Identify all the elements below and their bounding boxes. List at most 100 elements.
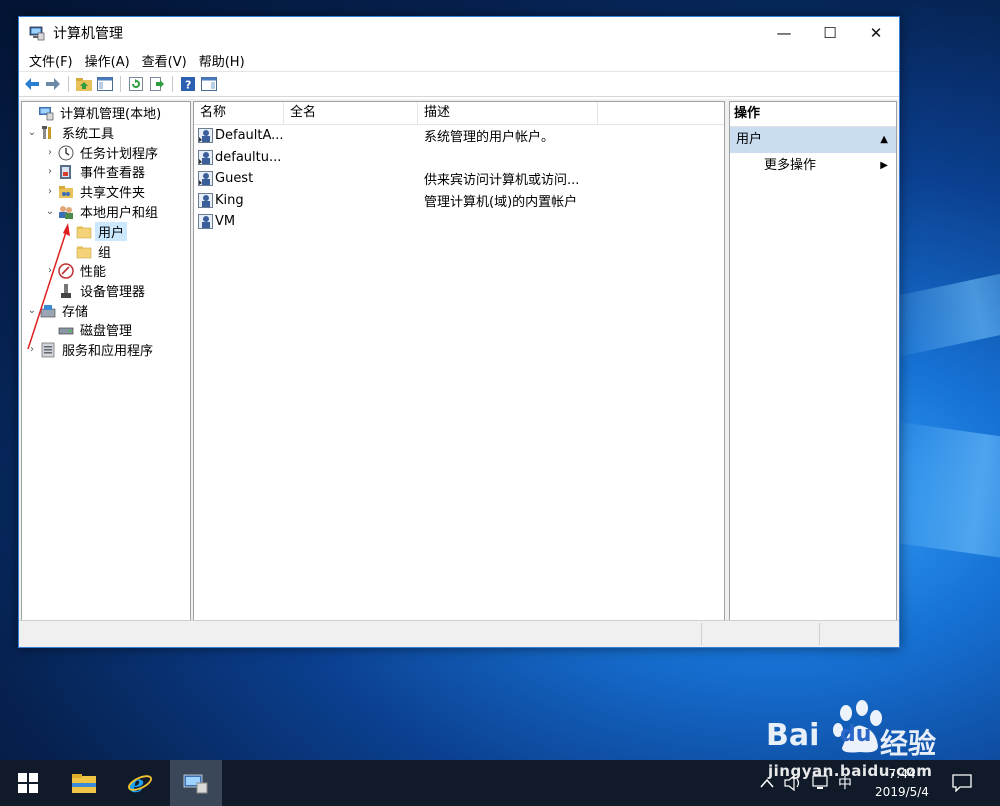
folder-icon	[76, 246, 92, 258]
tree-item-disk-management[interactable]: 磁盘管理	[44, 320, 135, 339]
content-area: 计算机管理(本地) ⌄ 系统工具 › 任务计划程序 › 事件查看器 › 共享文件…	[19, 99, 899, 621]
tree-item-event-viewer[interactable]: › 事件查看器	[44, 162, 148, 181]
tree-expander[interactable]: ⌄	[26, 127, 38, 138]
user-description: 管理计算机(域)的内置帐户	[424, 194, 578, 210]
tree-item-shared-folders[interactable]: › 共享文件夹	[44, 182, 148, 201]
user-name: VM	[215, 214, 236, 230]
status-segment	[701, 623, 820, 645]
tree-item-label: 组	[98, 246, 112, 261]
event-viewer-icon	[60, 164, 71, 179]
status-bar	[19, 620, 899, 647]
toolbar-separator	[172, 76, 173, 92]
taskbar-internet-explorer[interactable]: e	[116, 760, 164, 806]
help-button[interactable]: ?	[179, 75, 197, 93]
tree-item-services-and-applications[interactable]: › 服务和应用程序	[26, 340, 156, 359]
show-hide-console-tree-button[interactable]	[96, 75, 114, 93]
user-name: Guest	[215, 171, 254, 187]
title-bar[interactable]: 计算机管理 — ☐ ✕	[19, 17, 899, 49]
submenu-arrow-icon: ▶	[880, 160, 888, 171]
menu-file[interactable]: 文件(F)	[23, 51, 79, 70]
tree-expander[interactable]: ›	[44, 166, 56, 177]
list-header: 名称 全名 描述	[194, 102, 724, 125]
export-list-button[interactable]	[148, 75, 166, 93]
tree-item-device-manager[interactable]: 设备管理器	[44, 281, 148, 300]
menu-bar: 文件(F) 操作(A) 查看(V) 帮助(H)	[19, 49, 899, 71]
column-header-description[interactable]: 描述	[418, 102, 598, 124]
minimize-button[interactable]: —	[761, 17, 807, 49]
tree-item-task-scheduler[interactable]: › 任务计划程序	[44, 143, 161, 162]
back-button[interactable]	[23, 75, 41, 93]
table-row[interactable]: King 管理计算机(域)的内置帐户	[194, 190, 724, 212]
watermark-url: jingyan.baidu.com	[768, 762, 933, 780]
back-arrow-icon	[25, 78, 39, 90]
start-button[interactable]	[4, 760, 52, 806]
tree-item-label: 事件查看器	[80, 166, 146, 181]
taskbar-file-explorer[interactable]	[60, 760, 108, 806]
folder-up-icon	[76, 78, 92, 91]
forward-button[interactable]	[44, 75, 62, 93]
close-button[interactable]: ✕	[853, 17, 899, 49]
table-row[interactable]: VM	[194, 211, 724, 233]
tree-item-system-tools[interactable]: ⌄ 系统工具	[26, 123, 117, 142]
tree-expander[interactable]: ›	[26, 344, 38, 355]
tree-item-storage[interactable]: ⌄ 存储	[26, 301, 91, 320]
tree-item-groups[interactable]: 组	[62, 242, 114, 261]
tree-item-performance[interactable]: › 性能	[44, 261, 109, 280]
menu-view[interactable]: 查看(V)	[136, 51, 193, 70]
actions-section-users[interactable]: 用户 ▲	[730, 127, 896, 153]
menu-help[interactable]: 帮助(H)	[193, 51, 251, 70]
file-explorer-icon	[72, 774, 96, 793]
tree-expander[interactable]: ›	[44, 186, 56, 197]
shared-folder-icon	[59, 185, 73, 198]
tree-item-users[interactable]: 用户	[62, 222, 128, 241]
tree-item-label: 存储	[62, 305, 89, 320]
tree-item-label: 任务计划程序	[80, 147, 159, 162]
window-title: 计算机管理	[53, 26, 123, 42]
table-row[interactable]: defaultu...	[194, 147, 724, 169]
column-header-fullname[interactable]: 全名	[284, 102, 418, 124]
toolbar-separator	[120, 76, 121, 92]
tree-item-label: 用户	[95, 222, 128, 241]
more-actions-item[interactable]: 更多操作 ▶	[730, 153, 896, 179]
tree-expander[interactable]: ›	[44, 265, 56, 276]
up-level-button[interactable]	[75, 75, 93, 93]
tree-item-label: 本地用户和组	[80, 206, 159, 221]
collapse-triangle-icon[interactable]: ▲	[880, 127, 888, 153]
user-icon	[198, 171, 213, 187]
user-name: defaultu...	[215, 149, 282, 165]
refresh-button[interactable]	[127, 75, 145, 93]
tree-item-label: 共享文件夹	[80, 186, 146, 201]
column-header-name[interactable]: 名称	[194, 102, 284, 124]
tree-item-label: 磁盘管理	[80, 324, 133, 339]
tree-item-label: 系统工具	[62, 127, 115, 142]
tree-expander[interactable]: ›	[44, 147, 56, 158]
user-icon	[198, 214, 213, 230]
device-manager-icon	[61, 283, 71, 298]
forward-arrow-icon	[46, 78, 60, 90]
watermark-brand: Bai	[766, 718, 820, 753]
disk-icon	[58, 327, 74, 334]
svg-text:?: ?	[185, 79, 191, 92]
user-name: King	[215, 192, 244, 208]
performance-gauge-icon	[58, 262, 74, 279]
tree-expander[interactable]: ⌄	[44, 206, 56, 217]
toolbar: ?	[19, 71, 899, 97]
user-icon	[198, 128, 213, 144]
services-icon	[41, 342, 55, 357]
table-row[interactable]: DefaultA... 系统管理的用户帐户。	[194, 125, 724, 147]
show-hide-action-pane-button[interactable]	[200, 75, 218, 93]
maximize-button[interactable]: ☐	[807, 17, 853, 49]
tree-expander[interactable]: ⌄	[26, 305, 38, 316]
menu-action[interactable]: 操作(A)	[79, 51, 136, 70]
tree-item-label: 计算机管理(本地)	[60, 107, 162, 122]
users-group-icon	[59, 205, 73, 219]
status-segment	[819, 623, 898, 645]
tree-item-computer-management[interactable]: 计算机管理(本地)	[24, 103, 164, 122]
table-row[interactable]: Guest 供来宾访问计算机或访问...	[194, 168, 724, 190]
tree-item-local-users-and-groups[interactable]: ⌄ 本地用户和组	[44, 202, 161, 221]
users-list: 名称 全名 描述 DefaultA... 系统管理的用户帐户。 defaultu…	[193, 101, 725, 621]
user-description: 系统管理的用户帐户。	[424, 130, 555, 146]
refresh-icon	[129, 77, 143, 91]
taskbar-computer-management[interactable]	[170, 760, 222, 806]
console-tree-icon	[97, 77, 113, 91]
